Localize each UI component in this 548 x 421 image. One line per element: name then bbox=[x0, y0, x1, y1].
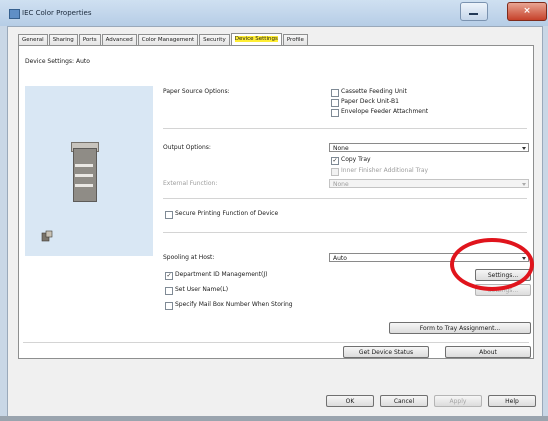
separator bbox=[163, 198, 527, 199]
separator bbox=[23, 342, 529, 343]
finisher-icon bbox=[41, 230, 53, 242]
department-id-label: Department ID Management(J) bbox=[175, 271, 268, 278]
highlight-ring-annotation bbox=[450, 238, 534, 291]
chevron-down-icon bbox=[522, 183, 526, 186]
device-settings-panel: Device Settings: Auto Paper Source Optio… bbox=[18, 45, 534, 359]
about-button[interactable]: About bbox=[445, 346, 531, 358]
device-settings-status: Device Settings: Auto bbox=[25, 58, 90, 65]
cassette-feeding-checkbox[interactable] bbox=[331, 89, 339, 97]
secure-printing-label: Secure Printing Function of Device bbox=[175, 210, 279, 217]
external-function-value: None bbox=[333, 181, 349, 188]
spooling-label: Spooling at Host: bbox=[163, 254, 215, 261]
ok-button[interactable]: OK bbox=[326, 395, 374, 407]
mail-box-checkbox[interactable] bbox=[165, 302, 173, 310]
apply-button[interactable]: Apply bbox=[434, 395, 482, 407]
tab-label: Device Settings bbox=[234, 36, 278, 42]
tab-label: Advanced bbox=[105, 37, 133, 43]
window-title: IEC Color Properties bbox=[22, 9, 92, 17]
form-to-tray-button[interactable]: Form to Tray Assignment... bbox=[389, 322, 531, 334]
copy-tray-checkbox[interactable]: ✓ bbox=[331, 157, 339, 165]
inner-finisher-label: Inner Finisher Additional Tray bbox=[341, 167, 429, 174]
cassette-feeding-label: Cassette Feeding Unit bbox=[341, 88, 407, 95]
output-options-select[interactable]: None bbox=[329, 143, 529, 152]
copy-tray-label: Copy Tray bbox=[341, 156, 371, 163]
chevron-down-icon bbox=[522, 147, 526, 150]
separator bbox=[163, 128, 527, 129]
inner-finisher-checkbox[interactable] bbox=[331, 168, 339, 176]
envelope-feeder-label: Envelope Feeder Attachment bbox=[341, 108, 429, 115]
close-button[interactable]: × bbox=[507, 2, 547, 21]
external-function-label: External Function: bbox=[163, 180, 218, 187]
tab-label: General bbox=[22, 37, 44, 43]
tab-label: Sharing bbox=[52, 37, 74, 43]
spooling-value: Auto bbox=[333, 255, 347, 262]
device-preview bbox=[25, 86, 153, 256]
set-user-name-checkbox[interactable] bbox=[165, 287, 173, 295]
separator bbox=[163, 232, 527, 233]
envelope-feeder-checkbox[interactable] bbox=[331, 109, 339, 117]
tab-label: Security bbox=[203, 37, 226, 43]
tab-label: Ports bbox=[82, 37, 97, 43]
cancel-button[interactable]: Cancel bbox=[380, 395, 428, 407]
output-options-value: None bbox=[333, 145, 349, 152]
set-user-name-label: Set User Name(L) bbox=[175, 286, 229, 293]
minimize-button[interactable] bbox=[460, 2, 488, 21]
department-id-checkbox[interactable]: ✓ bbox=[165, 272, 173, 280]
paper-deck-checkbox[interactable] bbox=[331, 99, 339, 107]
title-bar: IEC Color Properties × bbox=[0, 0, 548, 26]
tab-label: Color Management bbox=[141, 37, 195, 43]
help-button[interactable]: Help bbox=[488, 395, 536, 407]
paper-source-label: Paper Source Options: bbox=[163, 88, 230, 95]
printer-app-icon bbox=[9, 9, 20, 19]
mail-box-label: Specify Mail Box Number When Storing bbox=[175, 301, 293, 308]
printer-illustration bbox=[71, 142, 99, 202]
external-function-select[interactable]: None bbox=[329, 179, 529, 188]
output-options-label: Output Options: bbox=[163, 144, 211, 151]
get-device-status-button[interactable]: Get Device Status bbox=[343, 346, 429, 358]
dialog-client-area: General Sharing Ports Advanced Color Man… bbox=[7, 26, 543, 418]
taskbar-strip bbox=[0, 416, 548, 421]
secure-printing-checkbox[interactable] bbox=[165, 211, 173, 219]
tab-label: Profile bbox=[286, 37, 304, 43]
paper-deck-label: Paper Deck Unit-B1 bbox=[341, 98, 399, 105]
